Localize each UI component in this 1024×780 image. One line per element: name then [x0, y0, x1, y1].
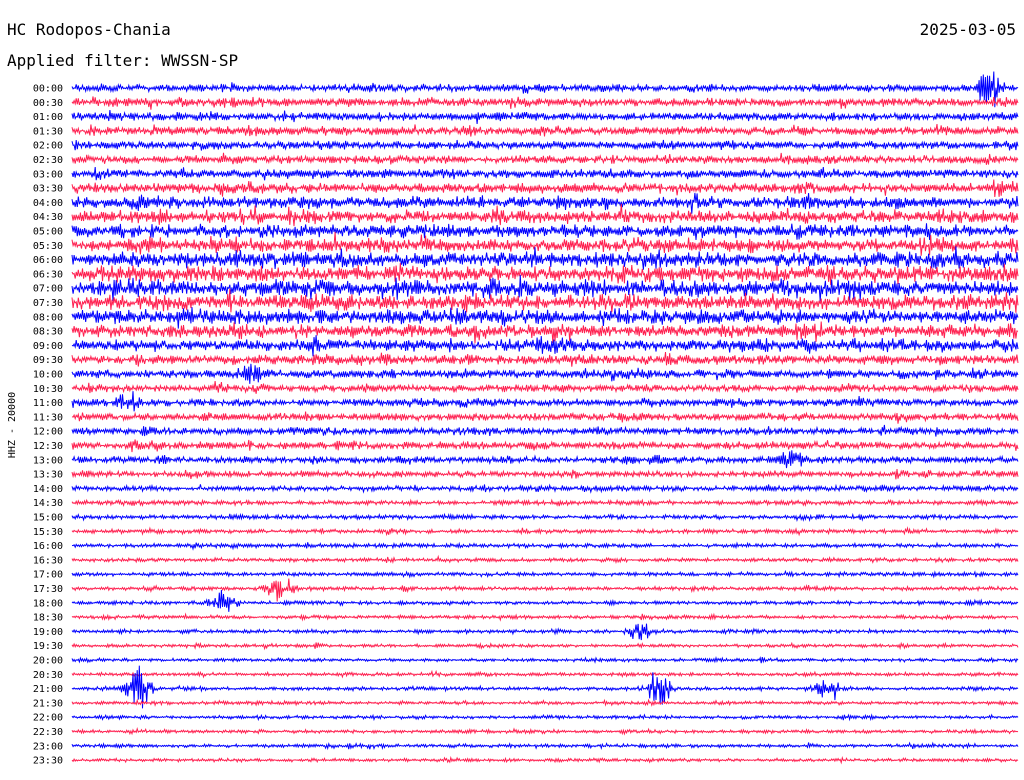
trace-row: [71, 726, 1019, 736]
trace-row: [71, 623, 1019, 641]
time-tick-label: 17:00: [33, 570, 63, 581]
time-tick-label: 21:00: [33, 684, 63, 695]
trace-row: [71, 526, 1019, 537]
trace-row: [71, 741, 1019, 751]
time-tick-label: 08:30: [33, 327, 63, 338]
seismogram-page: HC Rodopos-Chania 2025-03-05 Applied fil…: [0, 0, 1024, 780]
trace-row: [71, 307, 1019, 329]
time-tick-labels: 00:00 00:30 01:00 01:30 02:00 02:30 03:00 03:30…: [33, 84, 63, 767]
trace-row: [71, 713, 1019, 722]
time-tick-label: 09:00: [33, 341, 63, 352]
trace-row: [71, 569, 1019, 579]
time-tick-label: 09:30: [33, 355, 63, 366]
trace-row: [71, 424, 1019, 437]
time-tick-label: 07:00: [33, 284, 63, 295]
trace-row: [71, 578, 1019, 602]
trace-row: [71, 589, 1019, 612]
trace-row: [71, 641, 1019, 651]
time-tick-label: 05:30: [33, 241, 63, 252]
time-tick-label: 04:30: [33, 212, 63, 223]
time-tick-label: 20:00: [33, 656, 63, 667]
trace-row: [71, 612, 1019, 622]
trace-row: [71, 152, 1019, 165]
trace-rows: [71, 71, 1019, 765]
trace-row: [71, 541, 1019, 551]
trace-row: [71, 203, 1019, 227]
time-tick-label: 01:30: [33, 126, 63, 137]
trace-row: [71, 139, 1019, 151]
time-tick-label: 10:00: [33, 370, 63, 381]
time-tick-label: 21:30: [33, 698, 63, 709]
trace-row: [71, 411, 1019, 424]
time-tick-label: 08:00: [33, 312, 63, 323]
time-tick-label: 22:30: [33, 727, 63, 738]
trace-row: [71, 512, 1019, 522]
trace-row: [71, 96, 1019, 110]
trace-row: [71, 439, 1019, 453]
time-tick-label: 18:00: [33, 598, 63, 609]
trace-row: [71, 363, 1019, 384]
trace-row: [71, 246, 1019, 270]
trace-row: [71, 352, 1019, 367]
time-tick-label: 15:00: [33, 513, 63, 524]
time-tick-label: 05:00: [33, 227, 63, 238]
trace-row: [71, 223, 1019, 241]
trace-row: [71, 655, 1019, 664]
trace-row: [71, 167, 1019, 181]
trace-row: [71, 391, 1019, 412]
trace-row: [71, 335, 1019, 357]
trace-row: [71, 755, 1019, 765]
time-tick-label: 20:30: [33, 670, 63, 681]
trace-row: [71, 179, 1019, 198]
time-tick-label: 13:30: [33, 470, 63, 481]
y-axis-label: HHZ - 20000: [7, 392, 18, 458]
trace-row: [71, 450, 1019, 469]
time-tick-label: 06:30: [33, 269, 63, 280]
time-tick-label: 13:00: [33, 455, 63, 466]
time-tick-label: 01:00: [33, 112, 63, 123]
time-tick-label: 16:30: [33, 555, 63, 566]
time-tick-label: 14:00: [33, 484, 63, 495]
time-tick-label: 10:30: [33, 384, 63, 395]
time-tick-label: 03:30: [33, 184, 63, 195]
time-tick-label: 11:30: [33, 412, 63, 423]
time-tick-label: 14:30: [33, 498, 63, 509]
trace-row: [71, 498, 1019, 508]
trace-row: [71, 483, 1019, 494]
helicorder-plot: HHZ - 20000 00:00 00:30 01:00 01:30 02:00 02:…: [7, 71, 1019, 767]
time-tick-label: 19:00: [33, 627, 63, 638]
time-tick-label: 23:00: [33, 741, 63, 752]
time-tick-label: 12:00: [33, 427, 63, 438]
time-tick-label: 04:00: [33, 198, 63, 209]
time-tick-label: 19:30: [33, 641, 63, 652]
time-tick-label: 22:00: [33, 713, 63, 724]
time-tick-label: 18:30: [33, 613, 63, 624]
trace-row: [71, 381, 1019, 394]
time-tick-label: 23:30: [33, 756, 63, 767]
time-tick-label: 07:30: [33, 298, 63, 309]
time-tick-label: 17:30: [33, 584, 63, 595]
trace-row: [71, 554, 1019, 564]
time-tick-label: 02:00: [33, 141, 63, 152]
time-tick-label: 16:00: [33, 541, 63, 552]
time-tick-label: 11:00: [33, 398, 63, 409]
trace-row: [71, 468, 1019, 480]
time-tick-label: 03:00: [33, 169, 63, 180]
trace-row: [71, 124, 1019, 137]
time-tick-label: 15:30: [33, 527, 63, 538]
trace-row: [71, 263, 1019, 286]
time-tick-label: 12:30: [33, 441, 63, 452]
time-tick-label: 02:30: [33, 155, 63, 166]
time-tick-label: 06:00: [33, 255, 63, 266]
trace-row: [71, 321, 1019, 344]
time-tick-label: 00:00: [33, 84, 63, 95]
trace-row: [71, 192, 1019, 214]
trace-row: [71, 698, 1019, 707]
trace-row: [71, 669, 1019, 679]
trace-row: [71, 110, 1019, 125]
time-tick-label: 00:30: [33, 98, 63, 109]
